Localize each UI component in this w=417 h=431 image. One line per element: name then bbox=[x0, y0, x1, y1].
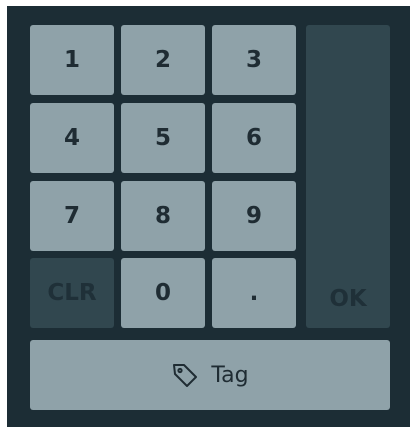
decimal-key[interactable]: . bbox=[212, 258, 296, 328]
key-9[interactable]: 9 bbox=[212, 181, 296, 251]
tag-button[interactable]: Tag bbox=[30, 340, 390, 410]
key-1[interactable]: 1 bbox=[30, 25, 114, 95]
key-5[interactable]: 5 bbox=[121, 103, 205, 173]
ok-button-label: OK bbox=[329, 286, 367, 312]
key-0[interactable]: 0 bbox=[121, 258, 205, 328]
ok-button[interactable]: OK bbox=[306, 25, 390, 328]
key-7[interactable]: 7 bbox=[30, 181, 114, 251]
key-4[interactable]: 4 bbox=[30, 103, 114, 173]
key-6[interactable]: 6 bbox=[212, 103, 296, 173]
tag-button-label: Tag bbox=[211, 362, 249, 388]
key-8[interactable]: 8 bbox=[121, 181, 205, 251]
tag-icon bbox=[171, 361, 199, 389]
clear-button[interactable]: CLR bbox=[30, 258, 114, 328]
numeric-keypad: 1 2 3 4 5 6 7 8 9 CLR 0 . OK Tag bbox=[7, 6, 410, 427]
key-2[interactable]: 2 bbox=[121, 25, 205, 95]
key-3[interactable]: 3 bbox=[212, 25, 296, 95]
